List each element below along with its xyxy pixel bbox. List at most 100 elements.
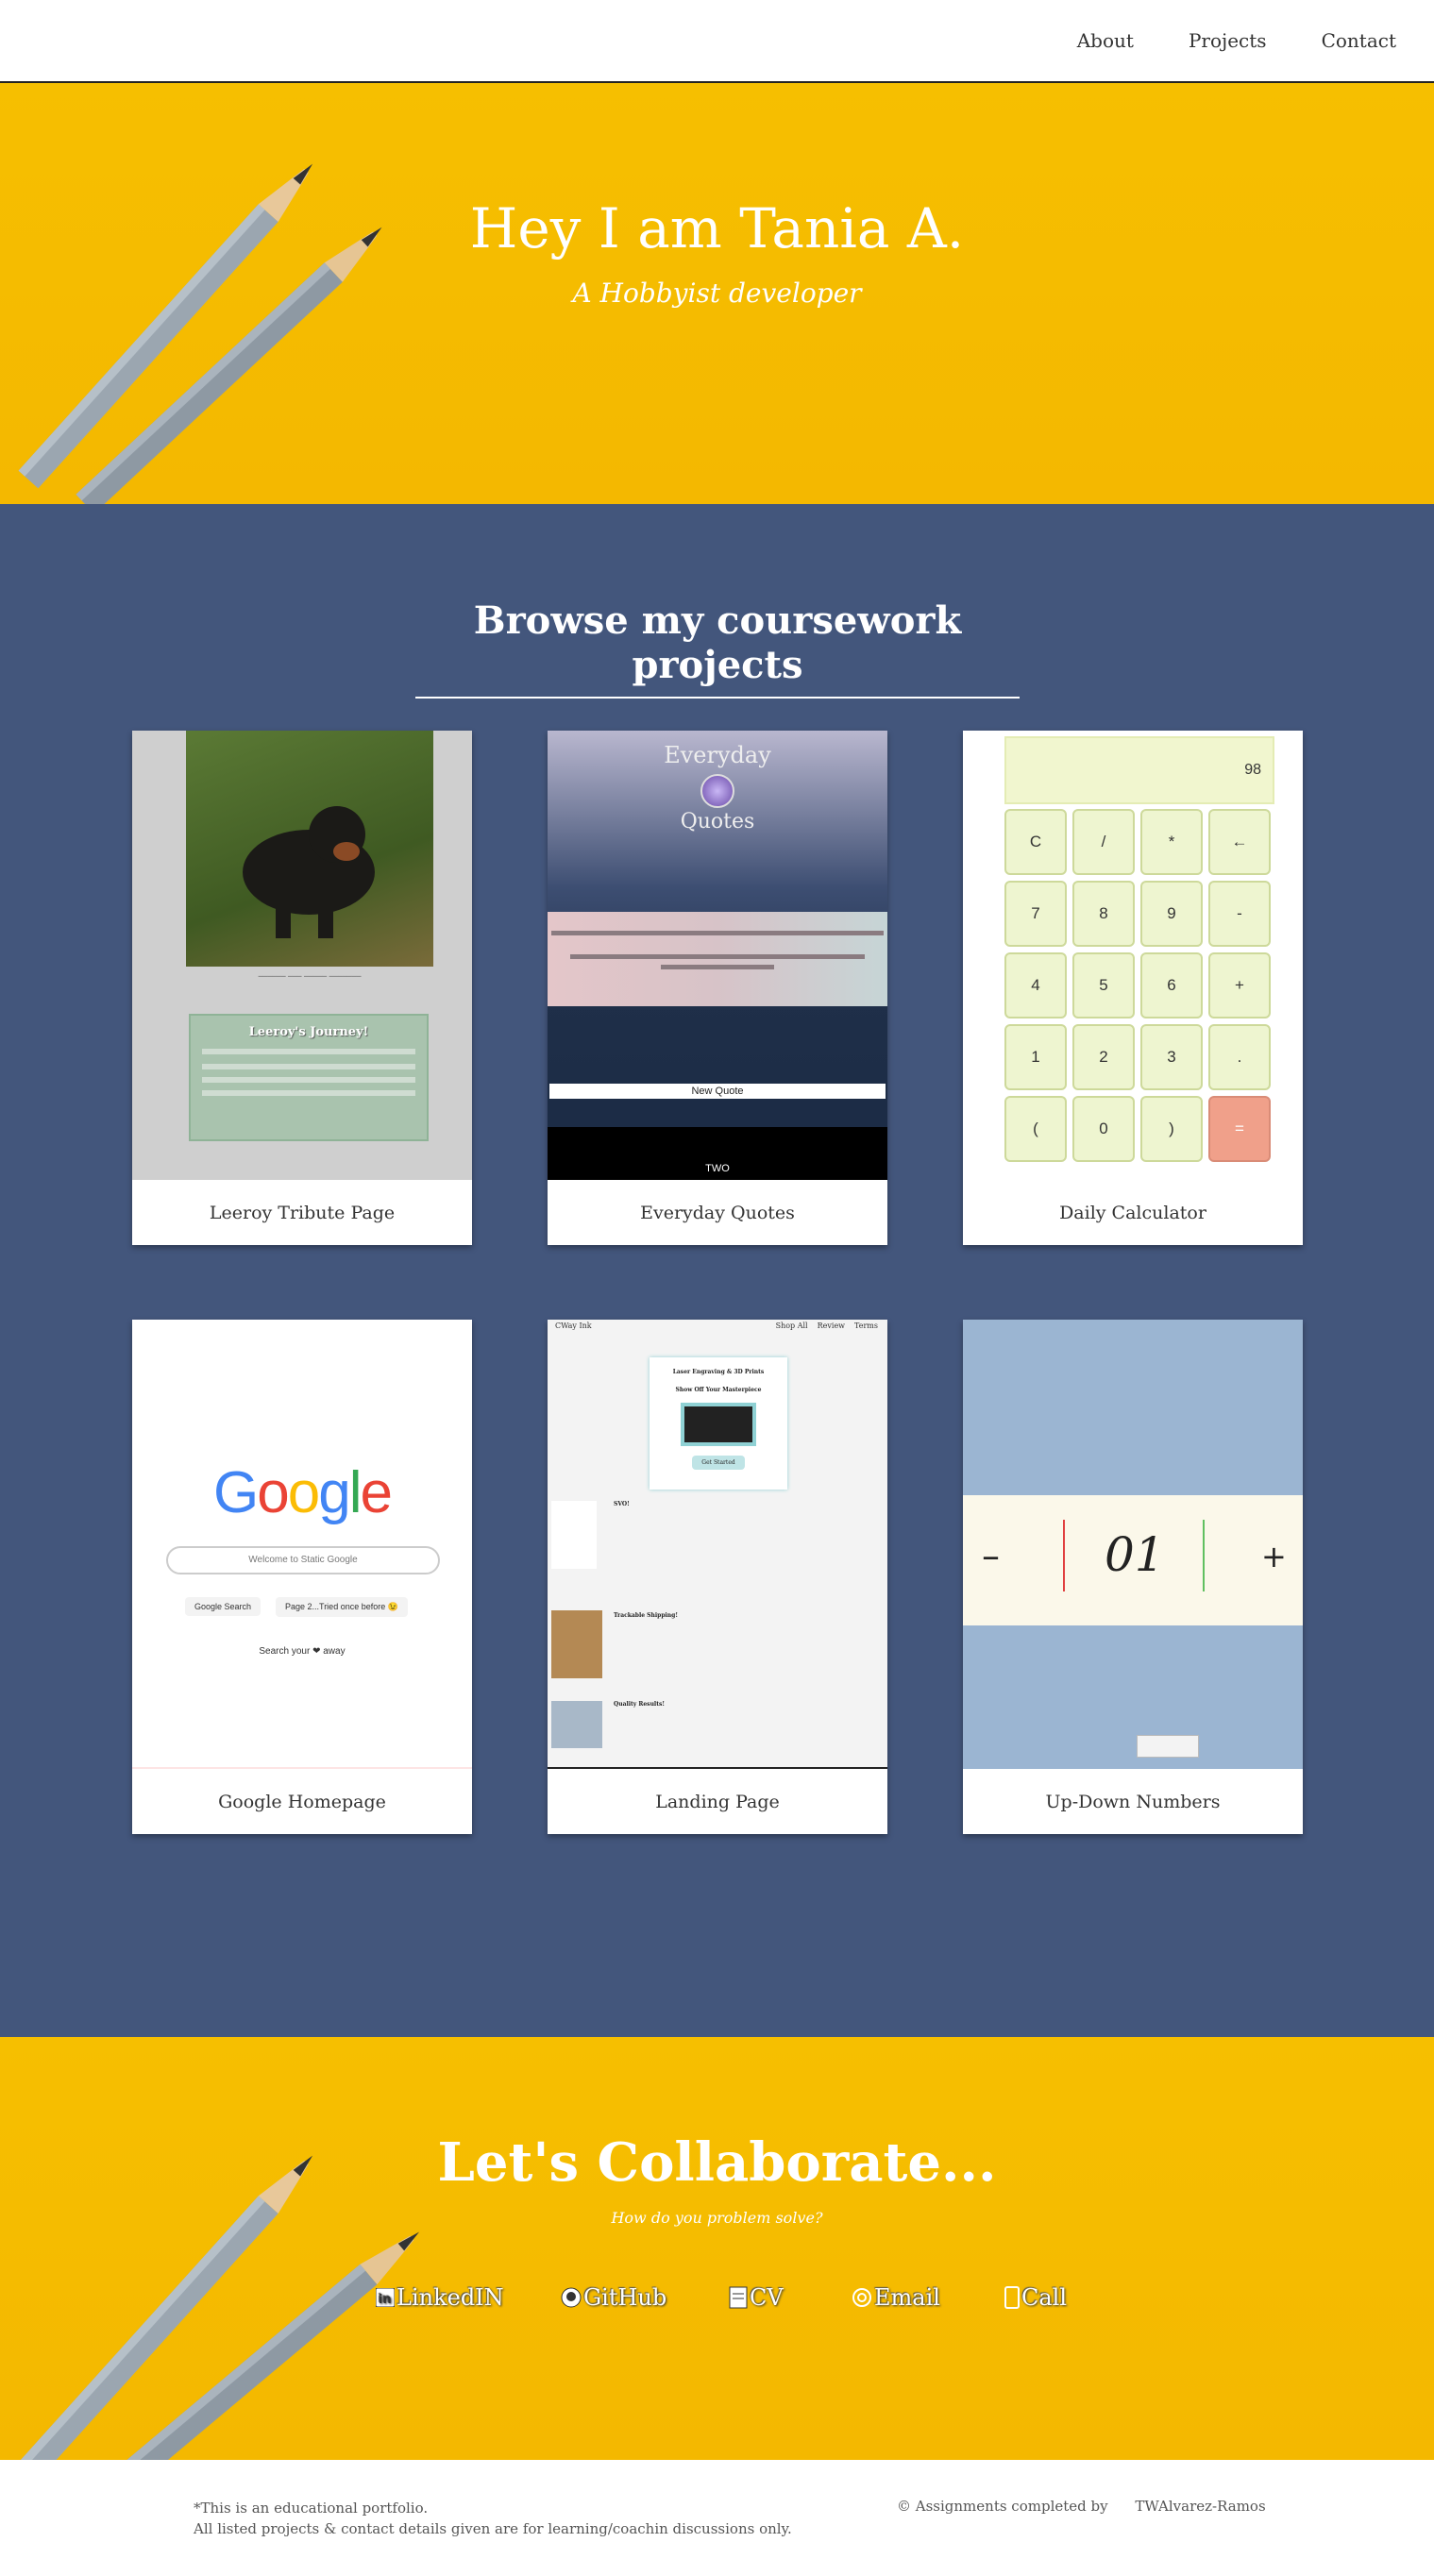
github-link[interactable]: GitHub (561, 2284, 666, 2311)
landing-brand: CWay Ink (555, 1322, 592, 1330)
nav-contact[interactable]: Contact (1322, 29, 1396, 52)
footer-copyright: © Assignments completed by (897, 2498, 1108, 2515)
navbar: About Projects Contact (0, 0, 1434, 83)
quotes-title-top: Everyday (664, 742, 771, 768)
project-card-calculator[interactable]: 98 C / * ← 7 8 9 - 4 5 6 + 1 2 3 . ( 0 ) (963, 731, 1303, 1245)
card-label: Google Homepage (218, 1791, 386, 1812)
at-sign-icon (852, 2288, 871, 2307)
calc-key: 7 (1004, 881, 1067, 947)
document-icon (729, 2286, 748, 2309)
svg-text:in: in (379, 2293, 392, 2307)
collaborate-section: Let's Collaborate... How do you problem … (0, 2037, 1434, 2460)
nav-projects[interactable]: Projects (1189, 29, 1267, 52)
footer: *This is an educational portfolio. All l… (0, 2460, 1434, 2550)
landing-hero-subtitle: Show Off Your Masterpiece (675, 1387, 762, 1393)
counter-value: 01 (1105, 1527, 1165, 1582)
link-label: CV (750, 2284, 784, 2311)
phone-icon (1004, 2286, 1020, 2309)
project-card-quotes[interactable]: Everyday Quotes New Quote TWO Everyday Q… (548, 731, 887, 1245)
google-footer-bar: rks (132, 1767, 472, 1769)
link-label: LinkedIN (396, 2284, 504, 2311)
card-label: Leeroy Tribute Page (209, 1202, 396, 1223)
new-quote-button: New Quote (549, 1084, 886, 1099)
landing-thumbnail: CWay Ink Shop All Review Terms Laser Eng… (548, 1320, 887, 1769)
landing-feature1-image (551, 1501, 597, 1569)
github-icon (561, 2287, 582, 2308)
card-label: Everyday Quotes (640, 1202, 795, 1223)
landing-hero-title: Laser Engraving & 3D Prints (672, 1369, 765, 1375)
project-card-leeroy[interactable]: ────── ─── ───── ─────── Leeroy's Journe… (132, 731, 472, 1245)
quotes-footer: TWO (548, 1127, 887, 1180)
linkedin-link[interactable]: in LinkedIN (376, 2284, 504, 2311)
footer-line2: All listed projects & contact details gi… (194, 2520, 792, 2537)
call-link[interactable]: Call (1004, 2284, 1067, 2311)
calc-display: 98 (1004, 736, 1274, 804)
calc-key: 6 (1140, 952, 1203, 1019)
landing-nav-item: Review (817, 1322, 846, 1330)
calc-key: 8 (1072, 881, 1135, 947)
counter-divider-right (1203, 1520, 1205, 1591)
quote-text-box (548, 912, 887, 1006)
increment-button: + (1261, 1539, 1287, 1574)
link-label: GitHub (583, 2284, 667, 2311)
footer-line1: *This is an educational portfolio. (194, 2500, 429, 2517)
calc-key: 0 (1072, 1096, 1135, 1162)
cv-link[interactable]: CV (729, 2284, 784, 2311)
footer-disclaimer: *This is an educational portfolio. All l… (194, 2498, 792, 2539)
calc-key: . (1208, 1024, 1271, 1090)
landing-hero-card: Laser Engraving & 3D Prints Show Off You… (650, 1357, 787, 1490)
calc-key: 1 (1004, 1024, 1067, 1090)
landing-feature2-image (551, 1610, 602, 1678)
footer-author[interactable]: TWAlvarez-Ramos (1135, 2498, 1265, 2515)
calc-key: + (1208, 952, 1271, 1019)
calc-key: 5 (1072, 952, 1135, 1019)
landing-nav-item: Terms (854, 1322, 878, 1330)
nav-about[interactable]: About (1077, 29, 1134, 52)
card-label: Landing Page (655, 1791, 780, 1812)
updown-badge (1137, 1735, 1199, 1758)
decrement-button: – (982, 1535, 1000, 1576)
leeroy-journey-box: Leeroy's Journey! (189, 1014, 429, 1141)
counter-divider-left (1063, 1520, 1065, 1591)
linkedin-icon: in (376, 2288, 395, 2307)
google-tagline: Search your ❤ away (259, 1646, 346, 1657)
link-label: Call (1021, 2284, 1068, 2311)
landing-hero-image (681, 1403, 756, 1446)
google-logo: Google (213, 1460, 393, 1525)
project-card-google[interactable]: Google Welcome to Static Google Google S… (132, 1320, 472, 1834)
google-search-button: Google Search (185, 1597, 261, 1616)
quotes-title-bottom: Quotes (680, 810, 755, 833)
footer-credit: © Assignments completed by TWAlvarez-Ram… (897, 2498, 1266, 2515)
landing-feature2-title: Trackable Shipping! (614, 1612, 678, 1619)
project-card-updown[interactable]: – 01 + Up-Down Numbers (963, 1320, 1303, 1834)
hero-section: Hey I am Tania A. A Hobbyist developer (0, 83, 1434, 504)
leeroy-journey-heading: Leeroy's Journey! (248, 1025, 369, 1039)
google-page2-button: Page 2...Tried once before 😉 (276, 1597, 408, 1617)
calc-key: 9 (1140, 881, 1203, 947)
landing-feature1-title: SVO! (614, 1501, 630, 1507)
collaborate-subtitle: How do you problem solve? (611, 2209, 823, 2227)
calc-key: ) (1140, 1096, 1203, 1162)
collaborate-title: Let's Collaborate... (437, 2131, 997, 2194)
hero-subtitle: A Hobbyist developer (572, 278, 862, 309)
email-link[interactable]: Email (852, 2284, 940, 2311)
landing-nav-item: Shop All (775, 1322, 808, 1330)
calc-keypad: C / * ← 7 8 9 - 4 5 6 + 1 2 3 . ( 0 ) = (1004, 809, 1271, 1162)
google-thumbnail: Google Welcome to Static Google Google S… (132, 1320, 472, 1769)
calculator-thumbnail: 98 C / * ← 7 8 9 - 4 5 6 + 1 2 3 . ( 0 ) (963, 731, 1303, 1180)
calc-key: ( (1004, 1096, 1067, 1162)
updown-counter: – 01 + (963, 1495, 1303, 1625)
calc-key: ← (1208, 809, 1271, 875)
dog-photo (186, 731, 433, 967)
calc-key: / (1072, 809, 1135, 875)
calc-key: C (1004, 809, 1067, 875)
project-card-landing[interactable]: CWay Ink Shop All Review Terms Laser Eng… (548, 1320, 887, 1834)
landing-nav: Shop All Review Terms (776, 1322, 878, 1330)
google-search-input: Welcome to Static Google (166, 1546, 440, 1574)
card-label: Daily Calculator (1059, 1202, 1206, 1223)
landing-cta-button: Get Started (692, 1456, 745, 1470)
calc-key: - (1208, 881, 1271, 947)
calc-key: 3 (1140, 1024, 1203, 1090)
quote-logo-icon (700, 774, 734, 808)
updown-thumbnail: – 01 + (963, 1320, 1303, 1769)
